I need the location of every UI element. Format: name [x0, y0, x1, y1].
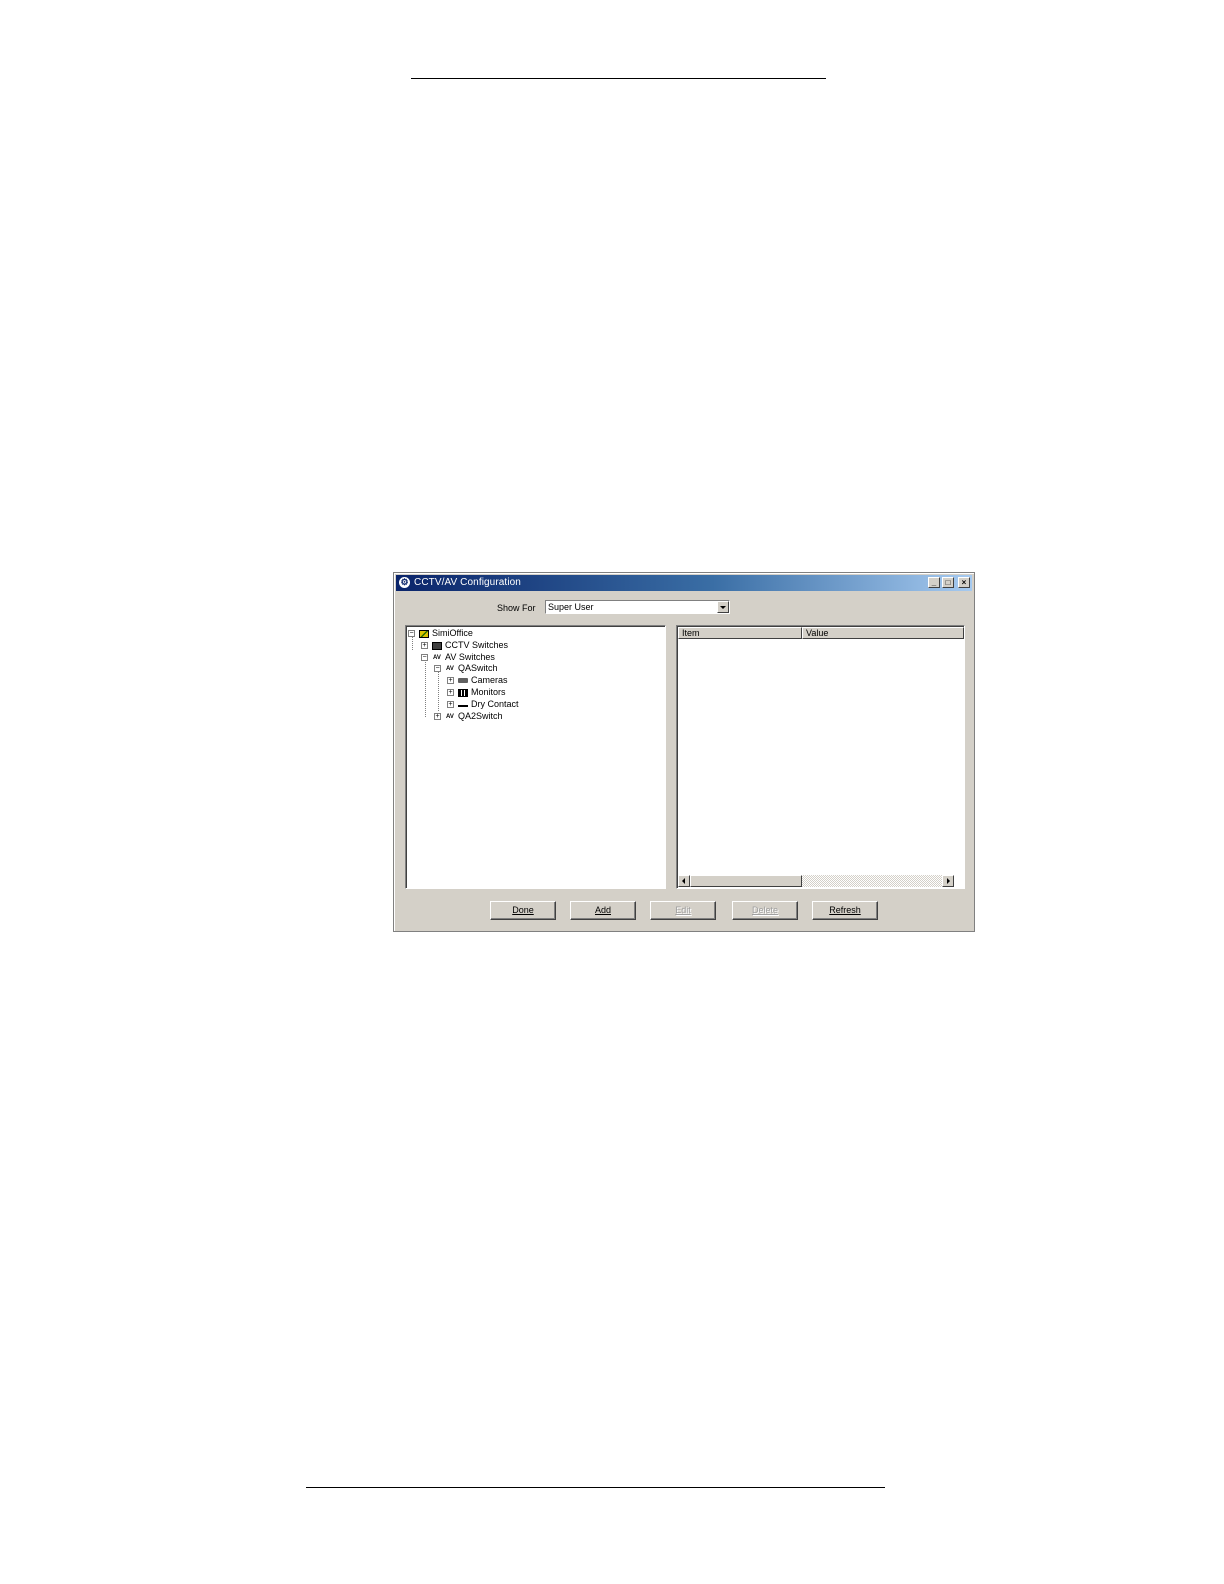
expand-icon[interactable]: +	[447, 689, 454, 697]
tree-node-simioffice[interactable]: − SimiOffice	[408, 628, 473, 639]
tree-node-dry-contact[interactable]: + Dry Contact	[447, 699, 519, 710]
tree-node-label: Cameras	[471, 675, 508, 685]
tree-node-label: CCTV Switches	[445, 640, 509, 650]
scroll-thumb[interactable]	[690, 875, 802, 887]
done-button[interactable]: Done	[490, 901, 556, 920]
show-for-dropdown[interactable]: Super User	[545, 600, 730, 614]
expand-icon[interactable]: +	[447, 701, 454, 709]
tree-node-qaswitch[interactable]: − AV QASwitch	[434, 663, 498, 674]
cctv-switch-icon	[432, 641, 442, 650]
horizontal-scrollbar[interactable]	[678, 875, 954, 887]
expand-icon[interactable]: +	[421, 642, 428, 650]
add-button[interactable]: Add	[570, 901, 636, 920]
scroll-left-icon[interactable]	[678, 875, 690, 887]
minimize-button[interactable]: _	[928, 577, 940, 588]
show-for-label: Show For	[497, 603, 536, 613]
list-header: Item Value	[678, 627, 964, 639]
expand-icon[interactable]: +	[434, 713, 441, 721]
tree-node-cameras[interactable]: + Cameras	[447, 675, 508, 686]
av-icon: AV	[446, 665, 454, 672]
tree-node-av-switches[interactable]: − AV AV Switches	[421, 652, 495, 663]
app-icon: ⚙	[399, 577, 410, 588]
maximize-button[interactable]: □	[942, 577, 954, 588]
tree-node-label: QASwitch	[458, 663, 498, 673]
refresh-button[interactable]: Refresh	[812, 901, 878, 920]
chevron-down-icon[interactable]	[717, 601, 729, 613]
footer-rule	[306, 1487, 885, 1488]
tree-node-label: QA2Switch	[458, 711, 503, 721]
title-bar[interactable]: ⚙ CCTV/AV Configuration _ □ ×	[396, 575, 972, 591]
header-rule	[411, 78, 826, 79]
column-header-value[interactable]: Value	[802, 627, 964, 639]
camera-icon	[458, 678, 468, 684]
collapse-icon[interactable]: −	[408, 630, 415, 638]
collapse-icon[interactable]: −	[421, 654, 428, 662]
properties-list[interactable]: Item Value	[676, 625, 965, 889]
window-title: CCTV/AV Configuration	[414, 577, 521, 588]
tree-node-qa2switch[interactable]: + AV QA2Switch	[434, 711, 503, 722]
expand-icon[interactable]: +	[447, 677, 454, 685]
collapse-icon[interactable]: −	[434, 665, 441, 673]
tree-line	[438, 671, 439, 711]
monitor-icon	[458, 688, 468, 697]
scroll-right-icon[interactable]	[942, 875, 954, 887]
show-for-selected-value: Super User	[548, 602, 594, 612]
av-icon: AV	[433, 654, 441, 661]
configuration-tree[interactable]: − SimiOffice + CCTV Switches − AV AV Switche…	[405, 625, 666, 889]
cctv-av-configuration-window: ⚙ CCTV/AV Configuration _ □ × Show For S…	[393, 572, 975, 932]
edit-button[interactable]: Edit	[650, 901, 716, 920]
tree-node-label: Monitors	[471, 687, 506, 697]
tree-node-cctv-switches[interactable]: + CCTV Switches	[421, 640, 508, 651]
tree-node-monitors[interactable]: + Monitors	[447, 687, 506, 698]
delete-button[interactable]: Delete	[732, 901, 798, 920]
tree-node-label: SimiOffice	[432, 628, 473, 638]
av-icon: AV	[446, 713, 454, 720]
dry-contact-icon	[458, 703, 468, 707]
column-header-item[interactable]: Item	[678, 627, 802, 639]
tree-line	[425, 659, 426, 717]
tree-node-label: AV Switches	[445, 652, 495, 662]
close-button[interactable]: ×	[958, 577, 970, 588]
site-icon	[419, 629, 429, 638]
tree-node-label: Dry Contact	[471, 699, 519, 709]
